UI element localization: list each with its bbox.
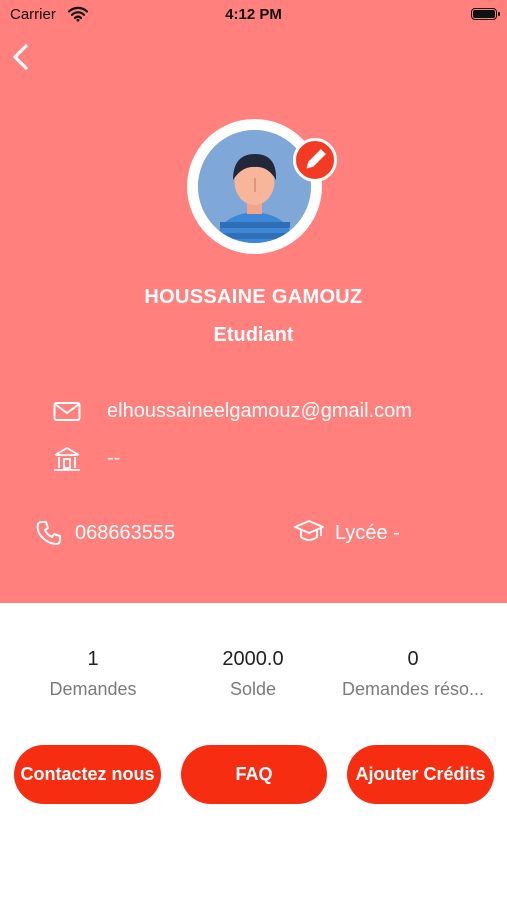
faq-button[interactable]: FAQ bbox=[181, 745, 327, 804]
contact-us-button[interactable]: Contactez nous bbox=[14, 745, 161, 804]
stat-label: Demandes bbox=[49, 679, 137, 699]
add-credits-button[interactable]: Ajouter Crédits bbox=[347, 745, 494, 804]
profile-role: Etudiant bbox=[213, 324, 294, 346]
status-bar: Carrier 4:12 PM bbox=[0, 0, 507, 30]
avatar-container bbox=[187, 119, 337, 254]
stat-value: 0 bbox=[407, 648, 419, 670]
edit-profile-button[interactable] bbox=[293, 138, 337, 182]
building-icon bbox=[53, 446, 81, 477]
stat-value: 1 bbox=[87, 648, 99, 670]
level-value: Lycée - bbox=[335, 522, 400, 544]
email-value: elhoussaineelgamouz@gmail.com bbox=[107, 400, 412, 422]
phone-icon bbox=[35, 519, 63, 552]
stat-demandes-resolues: 0 Demandes réso... bbox=[333, 648, 493, 700]
stat-solde: 2000.0 Solde bbox=[173, 648, 333, 700]
stat-demandes: 1 Demandes bbox=[13, 648, 173, 700]
clock-label: 4:12 PM bbox=[225, 6, 282, 23]
back-button[interactable] bbox=[8, 40, 38, 74]
stat-label: Solde bbox=[229, 679, 277, 699]
battery-icon bbox=[471, 8, 500, 20]
profile-name: HOUSSAINE GAMOUZ bbox=[144, 286, 363, 308]
school-value: -- bbox=[107, 447, 121, 469]
user-avatar-icon bbox=[198, 130, 311, 243]
avatar[interactable] bbox=[198, 130, 311, 243]
pencil-icon bbox=[306, 147, 328, 169]
chevron-left-icon bbox=[13, 44, 28, 70]
stat-label: Demandes réso... bbox=[341, 679, 485, 699]
graduation-cap-icon bbox=[293, 518, 325, 553]
phone-value: 068663555 bbox=[75, 522, 176, 544]
envelope-icon bbox=[53, 401, 81, 428]
stat-value: 2000.0 bbox=[222, 648, 284, 670]
profile-header: Carrier 4:12 PM HOUSSAINE GAMOUZ Etudian… bbox=[0, 0, 507, 603]
